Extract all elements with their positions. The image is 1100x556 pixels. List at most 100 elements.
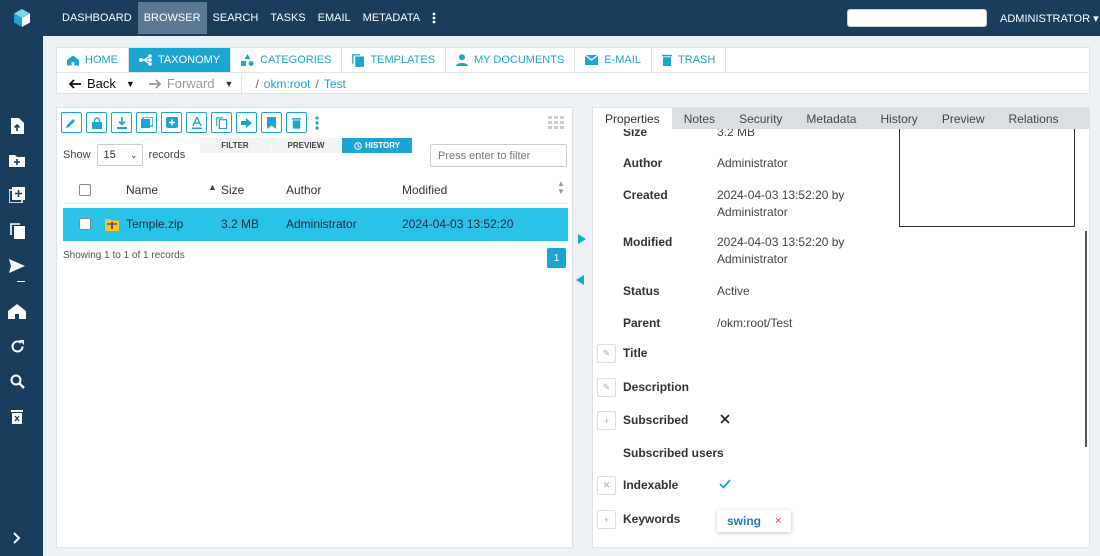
forward-label: Forward: [166, 76, 215, 91]
scanner-button[interactable]: [136, 112, 157, 133]
global-search-input[interactable]: [847, 9, 987, 27]
add-property-button[interactable]: [161, 112, 182, 133]
breadcrumb-separator: /: [255, 76, 259, 91]
delete-button[interactable]: [286, 112, 307, 133]
nav-tasks[interactable]: TASKS: [264, 2, 311, 34]
tab-notes[interactable]: Notes: [672, 108, 727, 129]
tab-templates[interactable]: TEMPLATES: [342, 48, 447, 72]
new-folder-icon[interactable]: [7, 150, 27, 170]
add-document-icon[interactable]: [7, 185, 27, 205]
tab-my-documents-label: MY DOCUMENTS: [474, 54, 565, 66]
back-button[interactable]: Back ▼: [57, 76, 135, 91]
tab-categories[interactable]: CATEGORIES: [231, 48, 343, 72]
move-button[interactable]: [236, 112, 257, 133]
more-menu-icon[interactable]: [426, 2, 442, 34]
bookmark-button[interactable]: [261, 112, 282, 133]
created-value: 2024-04-03 13:52:20 by Administrator: [717, 187, 844, 221]
add-keyword-button[interactable]: +: [597, 510, 616, 529]
sort-asc-icon[interactable]: ▲: [208, 182, 217, 192]
user-menu[interactable]: ADMINISTRATOR ▾: [1000, 12, 1099, 25]
page-button[interactable]: 1: [547, 248, 566, 268]
nav-dashboard[interactable]: DASHBOARD: [56, 2, 138, 34]
column-author[interactable]: Author: [286, 183, 321, 197]
expand-right-icon[interactable]: [578, 234, 586, 244]
app-logo-icon[interactable]: [0, 0, 43, 36]
nav-browser[interactable]: BROWSER: [137, 2, 207, 34]
nav-search[interactable]: SEARCH: [207, 2, 265, 34]
edit-title-button[interactable]: ✎: [597, 344, 616, 363]
tab-my-documents[interactable]: MY DOCUMENTS: [446, 48, 576, 72]
browser-subtabs: FILTER PREVIEW HISTORY: [200, 138, 413, 153]
more-actions-icon[interactable]: [311, 115, 323, 130]
page-size-select[interactable]: 15 ⌄: [96, 144, 143, 166]
show-label: Show: [63, 149, 91, 161]
subtab-history[interactable]: HISTORY: [342, 138, 413, 153]
breadcrumb-separator: /: [315, 76, 319, 91]
nav-email[interactable]: EMAIL: [312, 2, 357, 34]
file-size: 3.2 MB: [221, 217, 260, 231]
toggle-indexable-button[interactable]: ✕: [597, 476, 616, 495]
tab-security[interactable]: Security: [727, 108, 794, 129]
tab-trash[interactable]: TRASH: [651, 48, 727, 72]
sort-icon[interactable]: ▲ ▼: [557, 180, 565, 196]
home-icon[interactable]: [7, 301, 27, 321]
subtab-history-label: HISTORY: [364, 141, 401, 150]
back-dropdown-icon[interactable]: ▼: [126, 79, 135, 89]
grid-view-icon[interactable]: [548, 116, 564, 129]
forward-button[interactable]: Forward ▼: [135, 76, 234, 91]
table-row[interactable]: Temple.zip 3.2 MB Administrator 2024-04-…: [63, 208, 568, 241]
plus-icon: +: [603, 514, 610, 525]
lock-button[interactable]: [86, 112, 107, 133]
edit-button[interactable]: [61, 112, 82, 133]
filter-input[interactable]: [430, 144, 567, 167]
parent-value[interactable]: /okm:root/Test: [717, 315, 792, 332]
column-modified[interactable]: Modified: [402, 183, 447, 197]
tab-metadata[interactable]: Metadata: [794, 108, 868, 129]
arrow-left-icon: [69, 78, 81, 89]
properties-tabs: Properties Notes Security Metadata Histo…: [593, 108, 1089, 129]
tab-categories-label: CATEGORIES: [260, 54, 332, 66]
expand-left-icon[interactable]: [576, 275, 584, 285]
subscribed-label: Subscribed: [623, 413, 689, 427]
nav-metadata[interactable]: METADATA: [357, 2, 426, 34]
page-size-value: 15: [103, 149, 116, 161]
remove-keyword-icon[interactable]: ×: [775, 515, 781, 527]
forward-dropdown-icon[interactable]: ▼: [225, 79, 234, 89]
row-checkbox[interactable]: [79, 218, 91, 230]
send-icon[interactable]: [7, 256, 27, 276]
expand-icon[interactable]: [7, 528, 27, 548]
download-button[interactable]: [111, 112, 132, 133]
modified-date: 2024-04-03 13:52:20 by: [717, 235, 845, 249]
subtab-preview[interactable]: PREVIEW: [271, 138, 342, 153]
text-button[interactable]: [186, 112, 207, 133]
tab-relations[interactable]: Relations: [997, 108, 1071, 129]
add-subscription-button[interactable]: +: [597, 411, 616, 430]
breadcrumb-test[interactable]: Test: [324, 77, 346, 91]
keyword-chip[interactable]: swing ×: [717, 510, 792, 532]
edit-description-button[interactable]: ✎: [597, 378, 616, 397]
column-name[interactable]: Name: [126, 183, 158, 197]
copy-icon[interactable]: [7, 221, 27, 241]
scrollbar[interactable]: [1085, 231, 1087, 447]
file-name[interactable]: Temple.zip: [126, 217, 183, 231]
modified-value: 2024-04-03 13:52:20 by Administrator: [717, 234, 844, 268]
created-by: Administrator: [717, 205, 788, 219]
check-icon: [719, 479, 731, 489]
upload-file-icon[interactable]: [7, 116, 27, 136]
tab-email[interactable]: E-MAIL: [575, 48, 652, 72]
search-icon[interactable]: [7, 371, 27, 391]
refresh-icon[interactable]: [7, 336, 27, 356]
subtab-filter[interactable]: FILTER: [200, 138, 271, 153]
breadcrumb-root[interactable]: okm:root: [264, 77, 311, 91]
tab-preview[interactable]: Preview: [930, 108, 997, 129]
trash-icon[interactable]: [7, 406, 27, 426]
column-size[interactable]: Size: [221, 183, 244, 197]
subscribed-users-label: Subscribed users: [623, 446, 724, 460]
tab-home[interactable]: HOME: [57, 48, 129, 72]
tab-history[interactable]: History: [868, 108, 929, 129]
select-all-checkbox[interactable]: [79, 184, 91, 196]
tab-properties[interactable]: Properties: [593, 108, 672, 129]
copy-button[interactable]: [211, 112, 232, 133]
plus-icon: +: [603, 415, 610, 426]
tab-taxonomy[interactable]: TAXONOMY: [129, 48, 232, 72]
